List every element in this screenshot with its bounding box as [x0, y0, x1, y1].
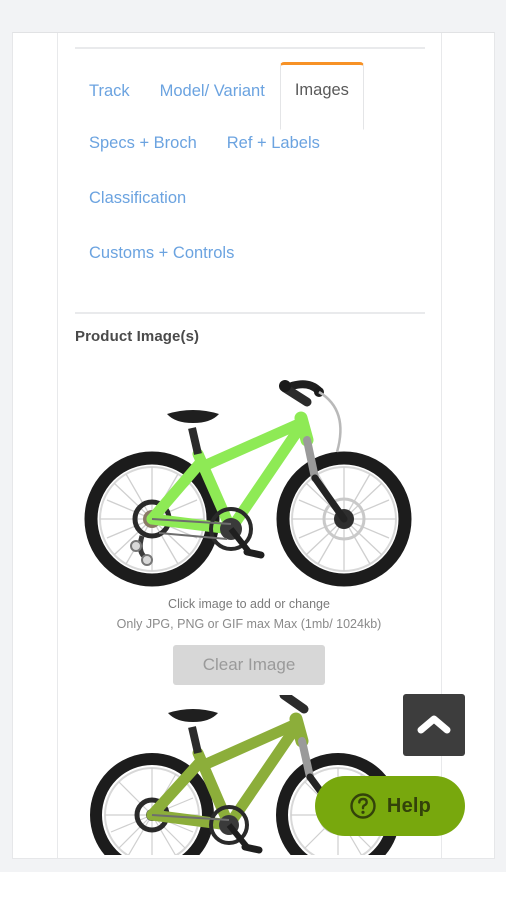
tab-classification[interactable]: Classification [75, 170, 201, 224]
image-click-caption: Click image to add or change [168, 597, 330, 611]
bike-illustration-primary [84, 379, 412, 586]
tab-navigation: Track Model/ Variant Images Specs + Broc… [58, 62, 440, 275]
tab-row-4: Customs + Controls [75, 225, 440, 275]
image-format-hint: Only JPG, PNG or GIF max Max (1mb/ 1024k… [116, 617, 382, 632]
help-button[interactable]: Help [315, 776, 465, 836]
help-button-label: Help [386, 794, 432, 817]
left-gutter-column [13, 33, 58, 858]
tab-row-3: Classification [75, 170, 440, 225]
section-divider [75, 312, 425, 314]
chevron-up-icon [417, 715, 451, 734]
scroll-to-top-button[interactable] [403, 694, 465, 756]
top-divider [75, 47, 425, 49]
tab-model-variant[interactable]: Model/ Variant [145, 63, 280, 117]
main-content-column: Track Model/ Variant Images Specs + Broc… [58, 33, 442, 858]
clear-image-button[interactable]: Clear Image [172, 644, 326, 686]
page-title: Product Image(s) [75, 328, 200, 345]
tab-row-1: Track Model/ Variant Images [75, 62, 440, 130]
tab-images[interactable]: Images [279, 62, 364, 130]
product-image-primary[interactable] [58, 363, 440, 593]
tab-specs-broch[interactable]: Specs + Broch [75, 115, 212, 169]
clear-image-row: Clear Image [58, 644, 440, 686]
question-circle-icon [350, 793, 376, 819]
tab-track[interactable]: Track [75, 63, 145, 117]
tab-row-2: Specs + Broch Ref + Labels [75, 115, 440, 170]
tab-customs-controls[interactable]: Customs + Controls [75, 225, 249, 279]
